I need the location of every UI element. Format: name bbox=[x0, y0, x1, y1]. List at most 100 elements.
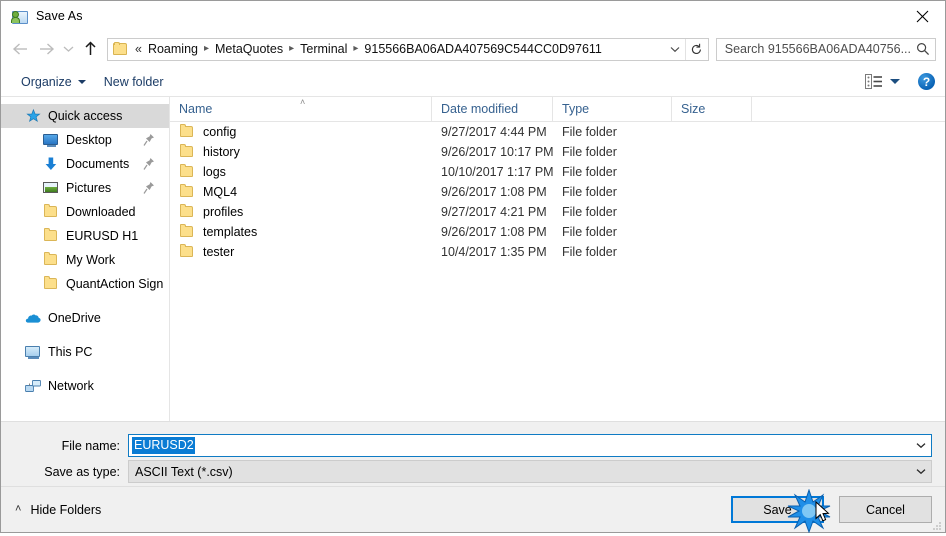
resize-grip[interactable] bbox=[932, 520, 942, 530]
cell-type: File folder bbox=[562, 225, 617, 239]
new-folder-button[interactable]: New folder bbox=[98, 72, 170, 92]
cell-date-modified: 9/27/2017 4:21 PM bbox=[441, 205, 547, 219]
table-row[interactable]: profiles 9/27/2017 4:21 PM File folder bbox=[170, 202, 945, 222]
table-row[interactable]: logs 10/10/2017 1:17 PM File folder bbox=[170, 162, 945, 182]
refresh-icon bbox=[692, 43, 702, 54]
sidebar-item-downloaded[interactable]: Downloaded bbox=[1, 200, 169, 224]
sort-ascending-icon: ˄ bbox=[300, 97, 306, 107]
cell-name: profiles bbox=[170, 204, 432, 220]
save-as-type-dropdown-button[interactable] bbox=[910, 461, 931, 482]
chevron-down-icon bbox=[670, 46, 680, 52]
navigation-pane: Quick access Desktop Documents Pictures … bbox=[1, 97, 170, 421]
sidebar-item-label: Documents bbox=[66, 157, 130, 171]
cell-type: File folder bbox=[562, 185, 617, 199]
pin-icon[interactable] bbox=[143, 181, 155, 195]
download-arrow-icon bbox=[43, 156, 59, 172]
column-header-date-modified[interactable]: Date modified bbox=[432, 97, 553, 121]
column-header-label: Size bbox=[681, 102, 706, 116]
folder-icon bbox=[179, 244, 195, 260]
file-name: profiles bbox=[203, 205, 244, 219]
table-row[interactable]: config 9/27/2017 4:44 PM File folder bbox=[170, 122, 945, 142]
table-row[interactable]: history 9/26/2017 10:17 PM File folder bbox=[170, 142, 945, 162]
sidebar-item-label: This PC bbox=[48, 345, 93, 359]
sidebar-item-quick-access[interactable]: Quick access bbox=[1, 104, 169, 128]
help-button[interactable]: ? bbox=[918, 73, 935, 90]
view-options-icon[interactable] bbox=[865, 73, 883, 90]
sidebar-item-eurusd-h1[interactable]: EURUSD H1 bbox=[1, 224, 169, 248]
save-label: Save bbox=[763, 502, 792, 517]
breadcrumb-item-terminal[interactable]: Terminal bbox=[297, 40, 350, 58]
table-row[interactable]: MQL4 9/26/2017 1:08 PM File folder bbox=[170, 182, 945, 202]
folder-icon bbox=[43, 204, 59, 220]
breadcrumb-item-guid[interactable]: 915566BA06ADA407569C544CC0D97611 bbox=[361, 40, 604, 58]
file-name-value: EURUSD2 bbox=[132, 437, 195, 454]
save-button[interactable]: Save bbox=[731, 496, 824, 523]
save-as-type-select[interactable]: ASCII Text (*.csv) bbox=[128, 460, 932, 483]
address-dropdown-button[interactable] bbox=[665, 39, 685, 60]
cell-type: File folder bbox=[562, 205, 617, 219]
cell-name: config bbox=[170, 124, 432, 140]
column-header-filler bbox=[752, 97, 945, 121]
sidebar-item-quantaction-signal[interactable]: QuantAction Signal bbox=[1, 272, 169, 296]
search-icon[interactable] bbox=[911, 42, 935, 56]
breadcrumb-item-roaming[interactable]: Roaming bbox=[145, 40, 201, 58]
column-header-type[interactable]: Type bbox=[553, 97, 672, 121]
sidebar-item-label: Quick access bbox=[48, 109, 123, 123]
file-name-label: File name: bbox=[61, 438, 120, 453]
close-icon bbox=[916, 10, 928, 22]
view-dropdown-icon[interactable] bbox=[890, 79, 900, 84]
sidebar-item-label: Downloaded bbox=[66, 205, 136, 219]
sidebar-item-pictures[interactable]: Pictures bbox=[1, 176, 169, 200]
column-header-name[interactable]: Name ˄ bbox=[170, 97, 432, 121]
sidebar-item-this-pc[interactable]: This PC bbox=[1, 340, 169, 364]
organize-button[interactable]: Organize bbox=[15, 72, 92, 92]
cancel-button[interactable]: Cancel bbox=[839, 496, 932, 523]
new-folder-label: New folder bbox=[103, 74, 164, 89]
save-form: File name: EURUSD2 Save as type: ASCII T… bbox=[1, 421, 945, 486]
organize-label: Organize bbox=[21, 74, 72, 89]
column-header-label: Name bbox=[179, 102, 213, 116]
forward-button[interactable] bbox=[33, 36, 59, 62]
chevron-down-icon bbox=[63, 46, 73, 52]
folder-icon bbox=[43, 228, 59, 244]
sidebar-item-network[interactable]: Network bbox=[1, 374, 169, 398]
sidebar-item-my-work[interactable]: My Work bbox=[1, 248, 169, 272]
sidebar-item-documents[interactable]: Documents bbox=[1, 152, 169, 176]
refresh-button[interactable] bbox=[684, 38, 708, 60]
save-as-dialog: Save As « Roaming ▸ MetaQuotes ▸ Termina… bbox=[0, 0, 946, 534]
column-header-size[interactable]: Size bbox=[672, 97, 752, 121]
back-button[interactable] bbox=[7, 36, 33, 62]
hide-folders-button[interactable]: ˄ Hide Folders bbox=[15, 503, 101, 517]
table-row[interactable]: tester 10/4/2017 1:35 PM File folder bbox=[170, 242, 945, 262]
up-button[interactable] bbox=[77, 36, 103, 62]
sidebar-item-label: OneDrive bbox=[48, 311, 101, 325]
file-name-input[interactable]: EURUSD2 bbox=[128, 434, 932, 457]
close-button[interactable] bbox=[899, 1, 945, 31]
breadcrumb-item-metaquotes[interactable]: MetaQuotes bbox=[212, 40, 286, 58]
cell-type: File folder bbox=[562, 165, 617, 179]
pin-icon[interactable] bbox=[143, 133, 155, 147]
search-input[interactable]: Search 915566BA06ADA40756... bbox=[715, 37, 936, 61]
hide-folders-label: Hide Folders bbox=[30, 502, 102, 517]
sidebar-item-label: Network bbox=[48, 379, 94, 393]
table-row[interactable]: templates 9/26/2017 1:08 PM File folder bbox=[170, 222, 945, 242]
sidebar-item-onedrive[interactable]: OneDrive bbox=[1, 306, 169, 330]
network-icon bbox=[25, 378, 41, 394]
file-name-dropdown-button[interactable] bbox=[910, 435, 931, 456]
column-header-label: Type bbox=[562, 102, 590, 116]
address-bar[interactable]: « Roaming ▸ MetaQuotes ▸ Terminal ▸ 9155… bbox=[107, 37, 709, 61]
cancel-label: Cancel bbox=[866, 502, 905, 517]
arrow-right-icon bbox=[39, 43, 54, 55]
save-as-type-label: Save as type: bbox=[44, 464, 120, 479]
breadcrumb-overflow[interactable]: « bbox=[133, 40, 145, 58]
recent-locations-button[interactable] bbox=[59, 36, 77, 62]
folder-icon bbox=[179, 184, 195, 200]
cell-name: logs bbox=[170, 164, 432, 180]
folder-icon bbox=[179, 144, 195, 160]
sidebar-item-desktop[interactable]: Desktop bbox=[1, 128, 169, 152]
save-as-type-value: ASCII Text (*.csv) bbox=[135, 464, 233, 479]
chevron-down-icon bbox=[916, 469, 925, 475]
file-rows: config 9/27/2017 4:44 PM File folder his… bbox=[170, 122, 945, 421]
pin-icon[interactable] bbox=[143, 157, 155, 171]
cell-type: File folder bbox=[562, 125, 617, 139]
